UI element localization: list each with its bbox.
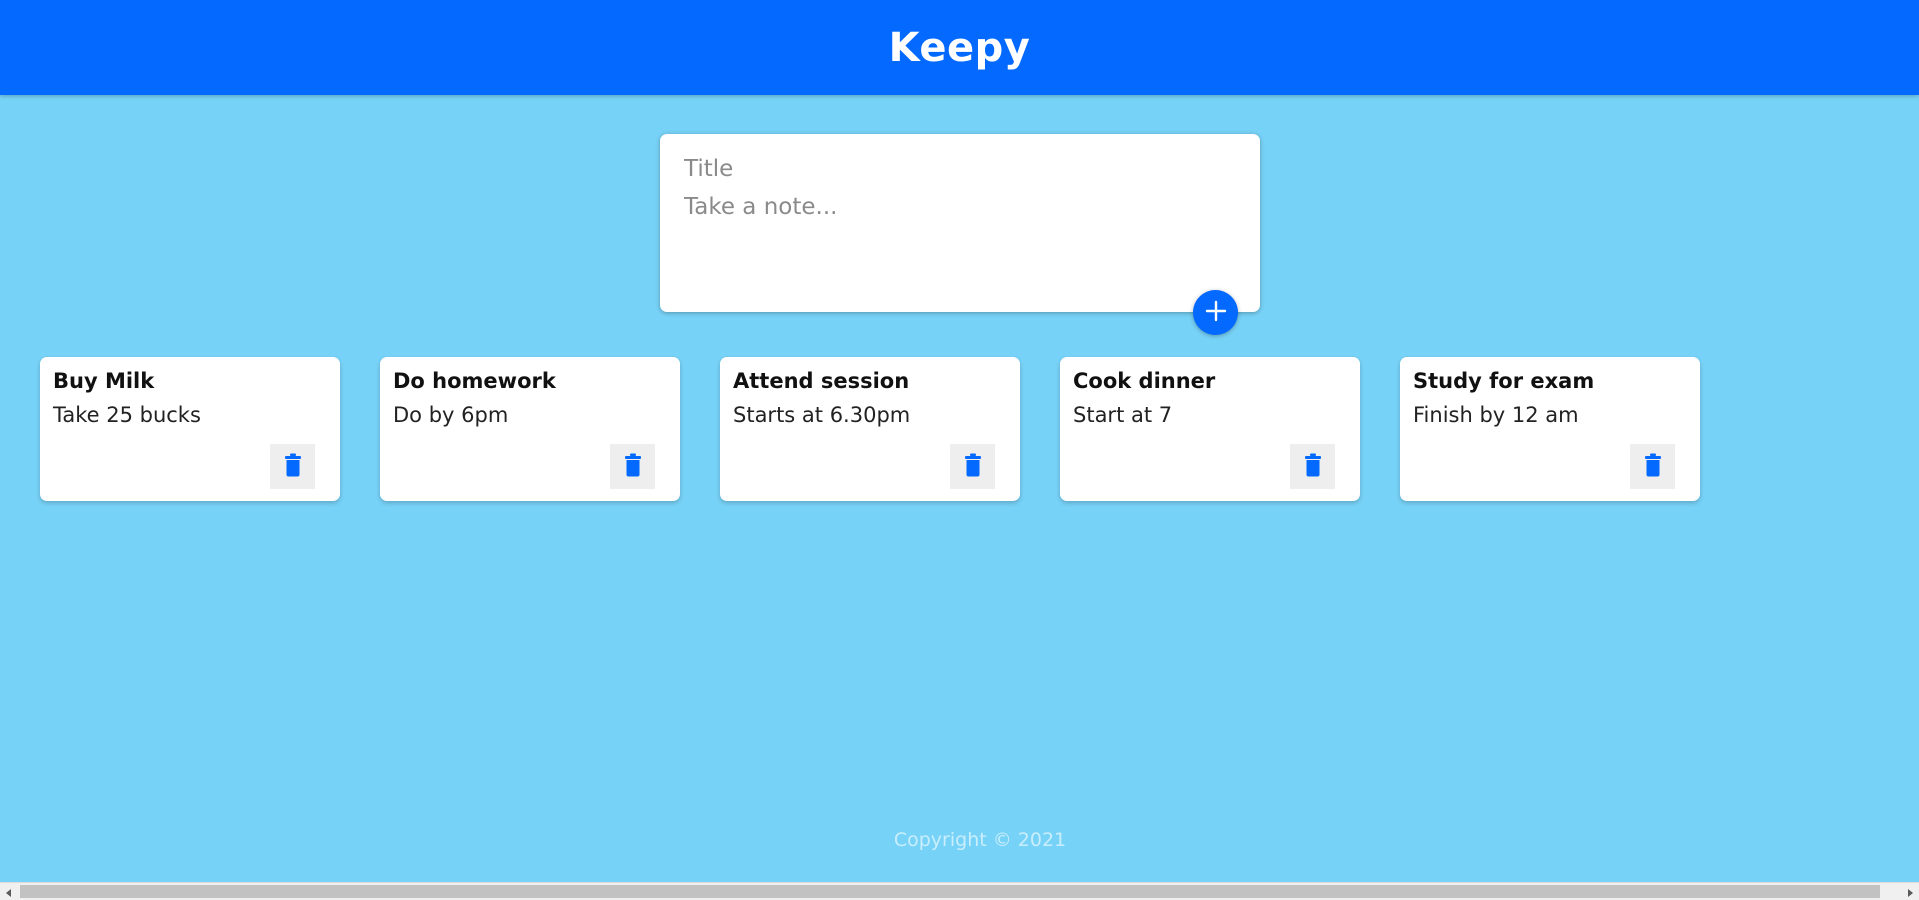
app-title: Keepy — [888, 24, 1031, 71]
note-title: Attend session — [733, 369, 910, 393]
note-title: Do homework — [393, 369, 556, 393]
note-card: Cook dinner Start at 7 — [1060, 357, 1360, 501]
trash-icon — [1304, 453, 1322, 480]
scrollbar-thumb[interactable] — [20, 885, 1880, 898]
chevron-right-icon — [1907, 882, 1913, 900]
scroll-right-arrow[interactable] — [1901, 883, 1919, 900]
note-card: Study for exam Finish by 12 am — [1400, 357, 1700, 501]
page-footer: Copyright © 2021 — [0, 829, 1919, 851]
delete-note-button[interactable] — [950, 444, 995, 489]
note-content-input[interactable] — [684, 192, 1236, 272]
note-card: Do homework Do by 6pm — [380, 357, 680, 501]
delete-note-button[interactable] — [1630, 444, 1675, 489]
copyright-text: Copyright © 2021 — [893, 829, 1067, 851]
create-note-form — [660, 134, 1260, 312]
delete-note-button[interactable] — [1290, 444, 1335, 489]
add-note-button[interactable] — [1193, 290, 1238, 335]
note-content: Finish by 12 am — [1413, 403, 1579, 427]
note-content: Take 25 bucks — [53, 403, 201, 427]
chevron-left-icon — [6, 882, 12, 900]
note-card: Attend session Starts at 6.30pm — [720, 357, 1020, 501]
delete-note-button[interactable] — [270, 444, 315, 489]
note-content: Do by 6pm — [393, 403, 509, 427]
note-content: Starts at 6.30pm — [733, 403, 911, 427]
app-header: Keepy — [0, 0, 1919, 95]
delete-note-button[interactable] — [610, 444, 655, 489]
trash-icon — [624, 453, 642, 480]
note-card: Buy Milk Take 25 bucks — [40, 357, 340, 501]
note-title: Buy Milk — [53, 369, 155, 393]
trash-icon — [964, 453, 982, 480]
plus-icon — [1205, 300, 1227, 325]
trash-icon — [1644, 453, 1662, 480]
trash-icon — [284, 453, 302, 480]
note-title: Cook dinner — [1073, 369, 1216, 393]
scroll-left-arrow[interactable] — [0, 883, 18, 900]
note-title-input[interactable] — [684, 154, 1236, 184]
note-title: Study for exam — [1413, 369, 1595, 393]
horizontal-scrollbar[interactable] — [0, 882, 1919, 900]
note-content: Start at 7 — [1073, 403, 1173, 427]
